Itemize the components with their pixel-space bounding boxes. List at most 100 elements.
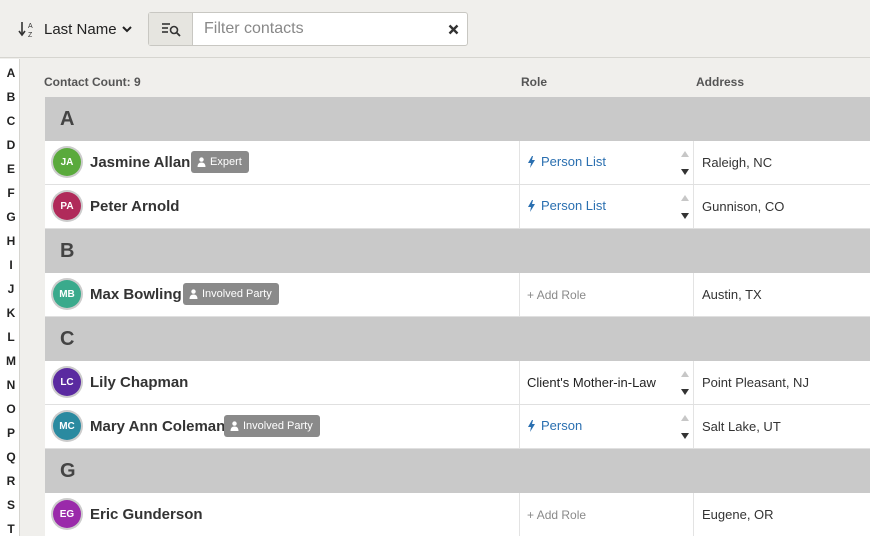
- alpha-letter-r[interactable]: R: [0, 474, 22, 488]
- role-cell: Person List: [519, 185, 694, 228]
- alpha-letter-j[interactable]: J: [0, 282, 22, 296]
- alphabet-index: A B C D E F G H I J K L M N O P Q R S T: [0, 59, 20, 536]
- contact-name[interactable]: Lily Chapman: [90, 374, 188, 391]
- contact-name[interactable]: Max Bowling: [90, 286, 182, 303]
- contact-type-label: Expert: [210, 156, 242, 168]
- avatar: JA: [53, 148, 81, 176]
- lightning-bolt-icon: [528, 199, 535, 212]
- contact-type-badge: Expert: [191, 151, 249, 173]
- contact-row[interactable]: MB Max Bowling Involved Party + Add Role…: [45, 273, 870, 317]
- alpha-letter-t[interactable]: T: [0, 522, 22, 536]
- lightning-bolt-icon: [528, 419, 535, 432]
- group-header-g: G: [45, 449, 870, 493]
- filter-contacts-input[interactable]: [193, 13, 439, 45]
- role-link[interactable]: Person: [528, 418, 582, 433]
- role-cell: Person: [519, 405, 694, 448]
- alpha-letter-l[interactable]: L: [0, 330, 22, 344]
- toolbar: A Z Last Name: [0, 0, 870, 58]
- avatar: LC: [53, 368, 81, 396]
- alpha-letter-o[interactable]: O: [0, 402, 22, 416]
- clear-filter-button[interactable]: [439, 13, 467, 45]
- role-cell: Person List: [519, 141, 694, 184]
- contact-row[interactable]: EG Eric Gunderson + Add Role Eugene, OR: [45, 493, 870, 536]
- contact-row[interactable]: LC Lily Chapman Client's Mother-in-Law P…: [45, 361, 870, 405]
- reorder-arrows-icon[interactable]: [680, 413, 690, 441]
- contact-name[interactable]: Mary Ann Coleman: [90, 418, 225, 435]
- contacts-table: Contact Count: 9 Role Address A JA Jasmi…: [20, 59, 870, 536]
- alpha-letter-n[interactable]: N: [0, 378, 22, 392]
- contact-address: Salt Lake, UT: [702, 419, 781, 434]
- contact-address: Raleigh, NC: [702, 155, 773, 170]
- address-column-header: Address: [696, 75, 745, 89]
- avatar: MC: [53, 412, 81, 440]
- filter-box: [148, 12, 468, 46]
- avatar: MB: [53, 280, 81, 308]
- add-role-button[interactable]: + Add Role: [527, 508, 586, 522]
- alpha-letter-b[interactable]: B: [0, 90, 22, 104]
- lightning-bolt-icon: [528, 155, 535, 168]
- contact-row[interactable]: MC Mary Ann Coleman Involved Party Perso…: [45, 405, 870, 449]
- group-letter: B: [60, 240, 75, 262]
- reorder-arrows-icon[interactable]: [680, 149, 690, 177]
- contact-type-label: Involved Party: [243, 420, 313, 432]
- plus-icon: +: [527, 508, 535, 522]
- contact-address: Austin, TX: [702, 287, 762, 302]
- reorder-arrows-icon[interactable]: [680, 369, 690, 397]
- group-letter: G: [60, 460, 76, 482]
- group-letter: C: [60, 328, 75, 350]
- close-icon: [448, 24, 458, 34]
- alpha-letter-c[interactable]: C: [0, 114, 22, 128]
- alpha-letter-k[interactable]: K: [0, 306, 22, 320]
- contact-name[interactable]: Eric Gunderson: [90, 506, 203, 523]
- alpha-letter-q[interactable]: Q: [0, 450, 22, 464]
- alpha-letter-m[interactable]: M: [0, 354, 22, 368]
- alpha-letter-g[interactable]: G: [0, 210, 22, 224]
- contact-address: Eugene, OR: [702, 507, 774, 522]
- alpha-letter-d[interactable]: D: [0, 138, 22, 152]
- contact-row[interactable]: JA Jasmine Allan Expert Person List Rale…: [45, 141, 870, 185]
- role-cell: + Add Role: [519, 493, 694, 536]
- add-role-button[interactable]: + Add Role: [527, 288, 586, 302]
- alpha-letter-i[interactable]: I: [0, 258, 22, 272]
- contact-row[interactable]: PA Peter Arnold Person List Gunnison, CO: [45, 185, 870, 229]
- alpha-letter-a[interactable]: A: [0, 66, 22, 80]
- alpha-letter-h[interactable]: H: [0, 234, 22, 248]
- role-link[interactable]: Person List: [528, 154, 606, 169]
- svg-text:A: A: [28, 23, 33, 30]
- alpha-letter-p[interactable]: P: [0, 426, 22, 440]
- contact-type-badge: Involved Party: [183, 283, 279, 305]
- contact-address: Gunnison, CO: [702, 199, 785, 214]
- role-cell: + Add Role: [519, 273, 694, 316]
- add-role-label: Add Role: [536, 288, 587, 302]
- role-link[interactable]: Person List: [528, 198, 606, 213]
- svg-text:Z: Z: [28, 32, 33, 39]
- role-text[interactable]: Client's Mother-in-Law: [527, 375, 656, 390]
- sort-label: Last Name: [44, 20, 117, 38]
- contact-type-label: Involved Party: [202, 288, 272, 300]
- group-letter: A: [60, 108, 75, 130]
- person-icon: [230, 421, 239, 431]
- group-header-c: C: [45, 317, 870, 361]
- group-header-a: A: [45, 97, 870, 141]
- role-column-header: Role: [521, 75, 548, 89]
- alpha-letter-s[interactable]: S: [0, 498, 22, 512]
- contact-name[interactable]: Peter Arnold: [90, 198, 179, 215]
- role-link-label: Person: [541, 418, 583, 433]
- filter-options-button[interactable]: [149, 13, 193, 45]
- person-icon: [189, 289, 198, 299]
- group-header-b: B: [45, 229, 870, 273]
- plus-icon: +: [527, 288, 535, 302]
- contact-name[interactable]: Jasmine Allan: [90, 154, 190, 171]
- alpha-letter-f[interactable]: F: [0, 186, 22, 200]
- avatar: PA: [53, 192, 81, 220]
- contact-type-badge: Involved Party: [224, 415, 320, 437]
- reorder-arrows-icon[interactable]: [680, 193, 690, 221]
- role-link-label: Person List: [541, 154, 607, 169]
- sort-button[interactable]: A Z Last Name: [18, 19, 132, 39]
- contact-count: Contact Count: 9: [44, 75, 141, 89]
- person-icon: [197, 157, 206, 167]
- role-link-label: Person List: [541, 198, 607, 213]
- avatar: EG: [53, 500, 81, 528]
- add-role-label: Add Role: [536, 508, 587, 522]
- alpha-letter-e[interactable]: E: [0, 162, 22, 176]
